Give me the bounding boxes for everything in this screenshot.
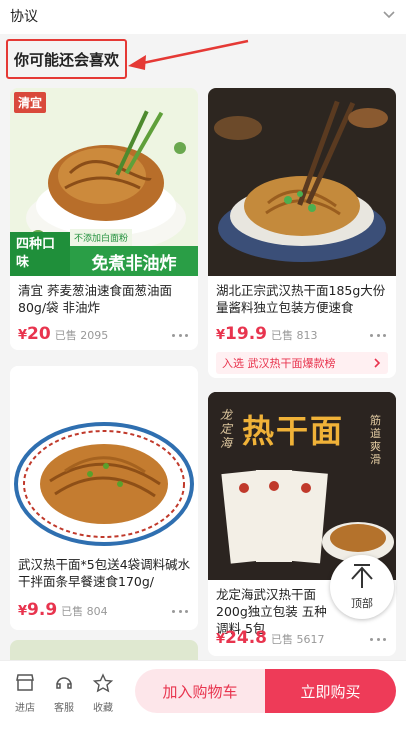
- more-options-icon[interactable]: [370, 334, 386, 338]
- poster-side: 筋道爽滑: [370, 414, 381, 466]
- back-to-top-button[interactable]: 顶部: [330, 555, 394, 619]
- favorite-label: 收藏: [93, 703, 113, 714]
- store-icon: [16, 674, 34, 691]
- ranking-label: 入选 武汉热干面爆款榜: [222, 357, 336, 370]
- star-icon: [92, 673, 114, 693]
- recommend-section-header: 你可能还会喜欢: [0, 34, 406, 88]
- poster-brand: 龙定海: [220, 408, 233, 450]
- product-image[interactable]: 清宜 不添加白面粉 四种口味 免煮非油炸: [10, 88, 198, 276]
- product-card[interactable]: 湖北正宗武汉热干面185g大份量酱料独立包装方便速食 ¥19.9 已售 813 入…: [208, 88, 396, 378]
- more-options-icon[interactable]: [172, 334, 188, 338]
- product-price: ¥9.9 已售 804: [18, 600, 108, 620]
- brand-badge: 清宜: [14, 92, 47, 113]
- arrow-up-icon: [351, 564, 373, 588]
- favorite-tab[interactable]: 收藏: [86, 673, 120, 714]
- sold-count: 已售 813: [271, 329, 318, 342]
- bottom-action-bar: 进店 客服 收藏 加入购物车 立即购买: [0, 660, 406, 729]
- top-bar: 协议: [0, 0, 406, 34]
- product-title[interactable]: 武汉热干面*5包送4袋调料碱水干拌面条早餐速食170g/: [18, 556, 194, 590]
- noodle-bowl-image-icon: [10, 366, 198, 554]
- chevron-down-icon[interactable]: [382, 8, 396, 22]
- product-card[interactable]: 武汉热干面*5包送4袋调料碱水干拌面条早餐速食170g/ ¥9.9 已售 804: [10, 366, 198, 630]
- protocol-label[interactable]: 协议: [10, 6, 38, 26]
- price-value: 19.9: [225, 324, 267, 344]
- promo-tag: 不添加白面粉: [70, 229, 133, 246]
- currency-symbol: ¥: [216, 328, 226, 343]
- store-tab[interactable]: 进店: [8, 673, 42, 714]
- buy-now-button[interactable]: 立即购买: [265, 669, 396, 713]
- price-value: 9.9: [27, 600, 58, 620]
- store-label: 进店: [15, 703, 35, 714]
- currency-symbol: ¥: [18, 328, 28, 343]
- service-label: 客服: [54, 703, 74, 714]
- annotation-arrow-icon: [128, 39, 249, 70]
- promo-flavors: 四种口味: [10, 232, 70, 276]
- product-price: ¥20 已售 2095: [18, 324, 108, 344]
- more-options-icon[interactable]: [172, 610, 188, 614]
- back-to-top-label: 顶部: [351, 597, 373, 610]
- poster-title: 热干面: [242, 412, 345, 450]
- sold-count: 已售 2095: [54, 329, 109, 342]
- service-tab[interactable]: 客服: [47, 673, 81, 714]
- sold-count: 已售 5617: [271, 633, 325, 646]
- product-card[interactable]: 清宜 不添加白面粉 四种口味 免煮非油炸 清宜 荞麦葱油速食面葱油面80g/袋 …: [10, 88, 198, 350]
- product-image[interactable]: [10, 366, 198, 554]
- price-value: 24.8: [225, 628, 267, 648]
- ranking-badge[interactable]: 入选 武汉热干面爆款榜: [216, 352, 388, 374]
- more-options-icon[interactable]: [370, 638, 386, 642]
- product-image[interactable]: 龙定海 热干面 筋道爽滑: [208, 392, 396, 580]
- product-card[interactable]: [10, 640, 198, 660]
- add-to-cart-button[interactable]: 加入购物车: [135, 669, 265, 713]
- promo-slogan: 免煮非油炸: [70, 246, 198, 276]
- product-image[interactable]: [208, 88, 396, 276]
- chevron-right-icon: [374, 358, 381, 368]
- currency-symbol: ¥: [18, 604, 28, 619]
- headset-icon: [56, 677, 72, 689]
- sold-count: 已售 804: [61, 605, 108, 618]
- product-title[interactable]: 湖北正宗武汉热干面185g大份量酱料独立包装方便速食: [216, 282, 392, 316]
- product-price: ¥19.9 已售 813: [216, 324, 318, 344]
- product-price: ¥24.8 已售 5617: [216, 628, 325, 648]
- product-title[interactable]: 清宜 荞麦葱油速食面葱油面80g/袋 非油炸: [18, 282, 194, 316]
- noodle-plate-image-icon: [208, 88, 396, 276]
- currency-symbol: ¥: [216, 632, 226, 647]
- price-value: 20: [27, 324, 51, 344]
